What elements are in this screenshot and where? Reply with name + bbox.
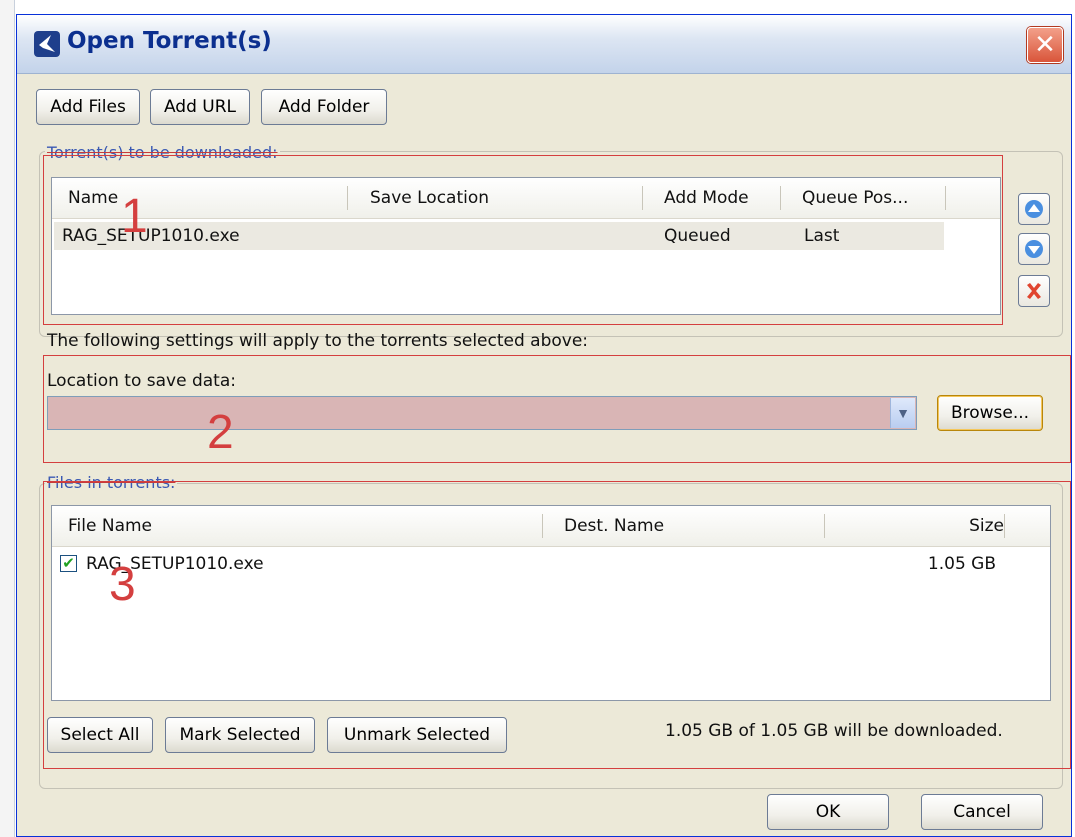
remove-torrent-button[interactable]: [1018, 275, 1050, 307]
column-header-name[interactable]: Name: [68, 178, 118, 218]
cancel-button[interactable]: Cancel: [921, 794, 1043, 830]
table-row[interactable]: RAG_SETUP1010.exe Queued Last: [54, 222, 944, 250]
column-separator[interactable]: [1004, 514, 1005, 538]
move-up-button[interactable]: [1018, 193, 1050, 225]
column-separator[interactable]: [642, 186, 643, 210]
add-files-button[interactable]: Add Files: [36, 89, 140, 125]
chevron-down-icon: ▼: [896, 405, 910, 421]
annotation-number-1: 1: [121, 190, 148, 243]
dropdown-arrow-button[interactable]: ▼: [890, 398, 915, 428]
background-window-edge: [0, 0, 15, 837]
torrents-table[interactable]: Name Save Location Add Mode Queue Pos...…: [51, 177, 1001, 315]
app-logo-icon: [34, 31, 60, 57]
remove-icon: [1027, 283, 1041, 299]
column-separator[interactable]: [945, 186, 946, 210]
screenshot: Open Torrent(s) ✕ Add Files Add URL Add …: [0, 0, 1075, 837]
unmark-selected-button[interactable]: Unmark Selected: [327, 717, 507, 753]
close-icon: ✕: [1034, 30, 1056, 60]
mark-selected-button[interactable]: Mark Selected: [165, 717, 315, 753]
column-header-queue-pos[interactable]: Queue Pos...: [802, 178, 908, 218]
file-checkbox[interactable]: ✔: [60, 555, 77, 572]
column-header-add-mode[interactable]: Add Mode: [664, 178, 749, 218]
annotation-number-3: 3: [109, 558, 136, 611]
column-separator[interactable]: [542, 514, 543, 538]
column-header-dest-name[interactable]: Dest. Name: [564, 506, 664, 546]
dialog-title: Open Torrent(s): [67, 28, 272, 54]
file-size-cell: 1.05 GB: [927, 554, 996, 574]
torrents-group-label: Torrent(s) to be downloaded:: [45, 143, 280, 162]
ok-button[interactable]: OK: [767, 794, 889, 830]
title-bar[interactable]: Open Torrent(s) ✕: [17, 15, 1071, 74]
checkmark-icon: ✔: [62, 554, 75, 572]
column-separator[interactable]: [780, 186, 781, 210]
add-url-button[interactable]: Add URL: [150, 89, 250, 125]
files-table[interactable]: File Name Dest. Name Size ✔ RAG_SETUP101…: [51, 505, 1051, 701]
torrent-add-mode-cell: Queued: [664, 226, 731, 246]
arrow-down-icon: [1025, 240, 1043, 258]
torrent-name-cell: RAG_SETUP1010.exe: [62, 226, 240, 246]
column-separator[interactable]: [347, 186, 348, 210]
browse-button[interactable]: Browse...: [937, 395, 1043, 431]
add-folder-button[interactable]: Add Folder: [261, 89, 387, 125]
column-separator[interactable]: [824, 514, 825, 538]
close-button[interactable]: ✕: [1027, 27, 1063, 63]
arrow-up-icon: [1025, 200, 1043, 218]
save-location-combobox[interactable]: ▼: [47, 396, 917, 430]
torrents-table-header: Name Save Location Add Mode Queue Pos...: [52, 178, 1000, 219]
torrent-queue-pos-cell: Last: [804, 226, 840, 246]
column-header-size[interactable]: Size: [969, 506, 1004, 546]
files-table-header: File Name Dest. Name Size: [52, 506, 1050, 547]
settings-note: The following settings will apply to the…: [47, 331, 589, 351]
column-header-file-name[interactable]: File Name: [68, 506, 152, 546]
open-torrents-dialog: Open Torrent(s) ✕ Add Files Add URL Add …: [16, 14, 1072, 837]
table-row[interactable]: ✔ RAG_SETUP1010.exe 1.05 GB: [54, 550, 1048, 578]
column-header-save-location[interactable]: Save Location: [370, 178, 489, 218]
move-down-button[interactable]: [1018, 233, 1050, 265]
annotation-number-2: 2: [207, 406, 234, 459]
select-all-button[interactable]: Select All: [47, 717, 153, 753]
download-summary: 1.05 GB of 1.05 GB will be downloaded.: [665, 721, 1003, 741]
location-label: Location to save data:: [47, 371, 236, 391]
files-group-label: Files in torrents:: [45, 473, 178, 492]
